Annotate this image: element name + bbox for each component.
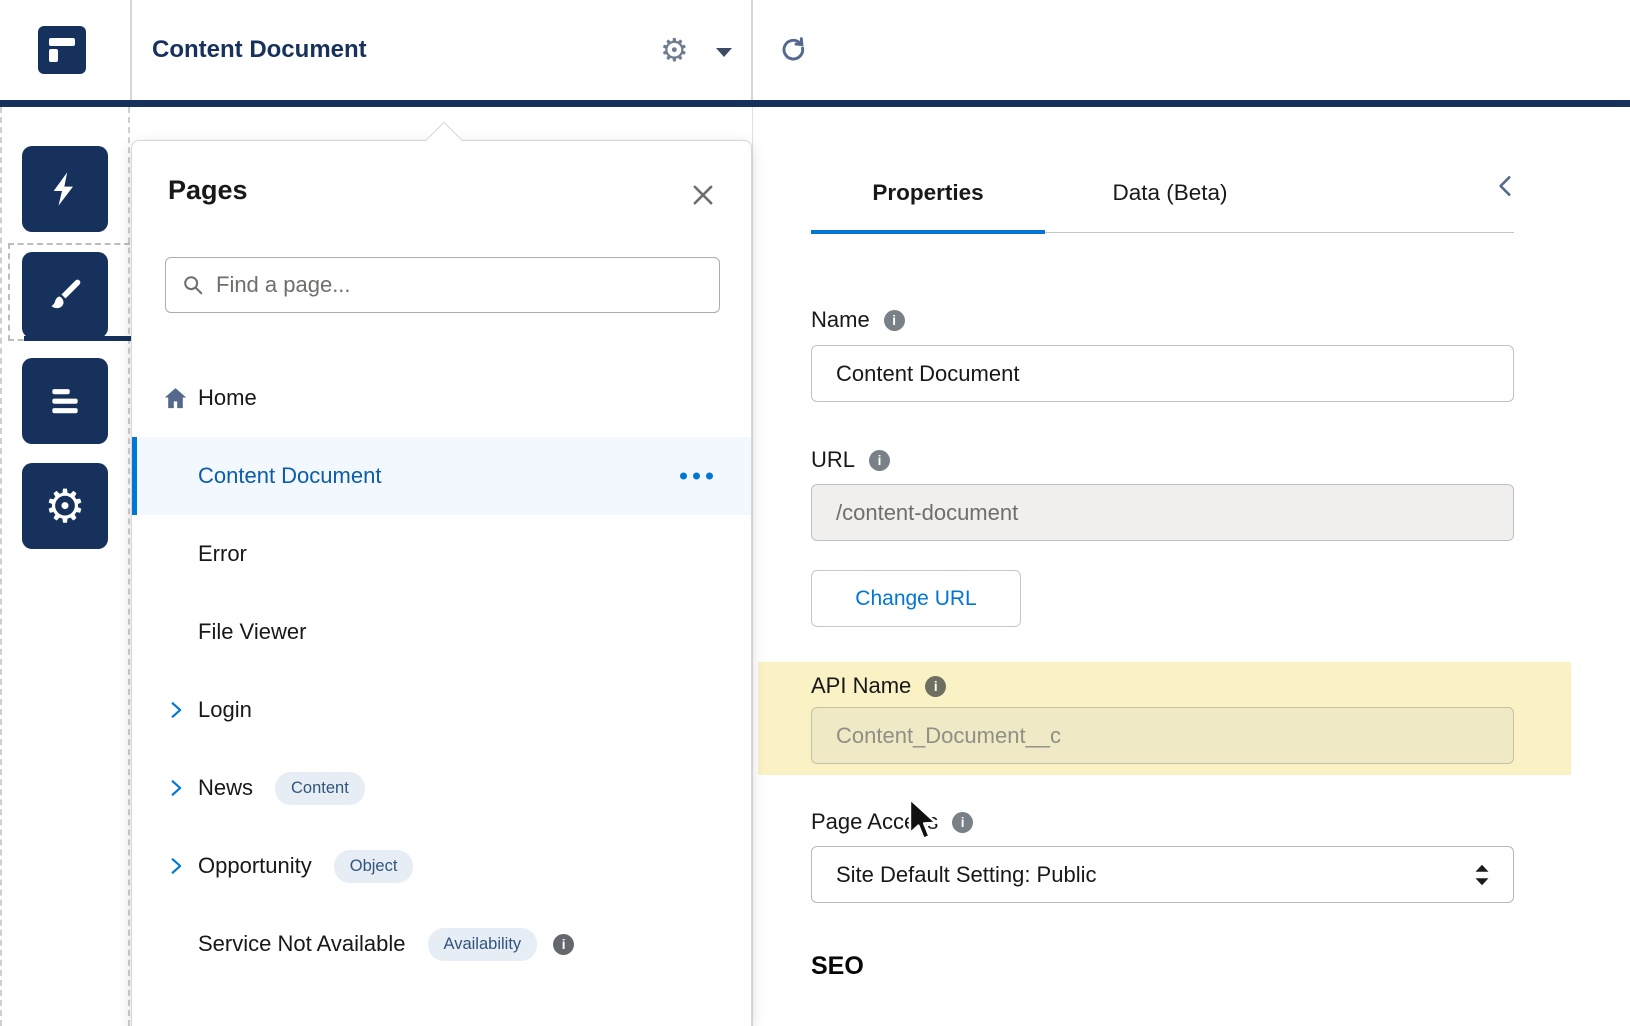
page-settings-gear-icon[interactable]: ⚙ [660, 0, 689, 100]
page-search-box [165, 257, 720, 313]
field-label-text: Page Access [811, 809, 938, 835]
rail-item-settings[interactable]: ⚙ [22, 463, 108, 549]
page-access-field-label: Page Access [811, 809, 973, 835]
api-name-input [811, 707, 1514, 764]
topbar-divider [751, 0, 753, 100]
field-label-text: URL [811, 447, 855, 473]
current-page-title: Content Document [152, 0, 367, 100]
topbar-accent-bar [0, 100, 1630, 107]
url-field-label: URL [811, 447, 890, 473]
url-input [811, 484, 1514, 541]
info-icon[interactable] [925, 676, 946, 697]
page-row-error[interactable]: Error [132, 515, 751, 593]
page-row-content-document[interactable]: Content Document [132, 437, 751, 515]
page-row-label: Login [198, 697, 252, 723]
chevron-right-icon[interactable] [166, 856, 186, 876]
page-row-news[interactable]: News Content [132, 749, 751, 827]
tab-label: Properties [872, 180, 983, 206]
page-type-badge: Object [334, 850, 414, 883]
page-row-label: Content Document [198, 463, 381, 489]
home-icon [162, 385, 189, 412]
field-label-text: Name [811, 307, 870, 333]
row-actions-ellipsis-icon[interactable] [680, 473, 713, 480]
name-field-label: Name [811, 307, 905, 333]
select-stepper-icon [1471, 862, 1493, 888]
info-icon[interactable] [553, 934, 574, 955]
page-access-select[interactable]: Site Default Setting: Public [811, 846, 1514, 903]
info-icon[interactable] [884, 310, 905, 331]
properties-panel: Properties Data (Beta) Name URL Change U… [752, 107, 1630, 1026]
close-icon[interactable] [687, 179, 719, 211]
search-icon [182, 274, 204, 296]
pages-panel-title: Pages [168, 175, 248, 206]
page-row-service-not-available[interactable]: Service Not Available Availability [132, 905, 751, 983]
rail-item-content[interactable] [22, 358, 108, 444]
builder-logo-icon[interactable] [38, 26, 86, 74]
page-row-label: Home [198, 385, 257, 411]
rail-item-theme[interactable] [22, 252, 108, 338]
page-row-login[interactable]: Login [132, 671, 751, 749]
paintbrush-icon [45, 275, 85, 315]
topbar-divider [130, 0, 132, 100]
page-row-label: Service Not Available [198, 931, 406, 957]
page-switcher-caret-icon[interactable] [716, 48, 732, 57]
api-name-field-label: API Name [811, 673, 946, 699]
rail-item-quick-actions[interactable] [22, 146, 108, 232]
pages-panel: Pages Home Content Document [131, 140, 752, 1026]
tab-data-beta[interactable]: Data (Beta) [1045, 153, 1295, 232]
field-label-text: API Name [811, 673, 911, 699]
page-row-opportunity[interactable]: Opportunity Object [132, 827, 751, 905]
pages-list: Home Content Document Error File Viewer … [132, 359, 751, 983]
page-search-input[interactable] [216, 272, 703, 298]
lightning-icon [45, 169, 85, 209]
panel-pointer [426, 122, 463, 159]
text-list-icon [46, 382, 84, 420]
page-type-badge: Content [275, 772, 365, 805]
gear-icon: ⚙ [44, 483, 85, 529]
canvas-left-gutter [0, 107, 130, 1026]
page-row-label: Error [198, 541, 247, 567]
name-input[interactable] [811, 345, 1514, 402]
layout-grid-icon [48, 36, 76, 64]
page-row-label: Opportunity [198, 853, 312, 879]
panel-tabs: Properties Data (Beta) [811, 153, 1514, 233]
page-row-home[interactable]: Home [132, 359, 751, 437]
tab-properties[interactable]: Properties [811, 153, 1045, 232]
experience-builder: Content Document ⚙ ⚙ [0, 0, 1630, 1026]
seo-section-heading: SEO [811, 952, 864, 981]
tab-label: Data (Beta) [1112, 180, 1227, 206]
chevron-right-icon[interactable] [166, 778, 186, 798]
page-row-file-viewer[interactable]: File Viewer [132, 593, 751, 671]
refresh-icon[interactable] [778, 35, 810, 72]
collapse-panel-chevron-icon[interactable] [1493, 173, 1519, 199]
chevron-right-icon[interactable] [166, 700, 186, 720]
info-icon[interactable] [869, 450, 890, 471]
change-url-button[interactable]: Change URL [811, 570, 1021, 627]
page-type-badge: Availability [428, 928, 538, 961]
page-row-label: File Viewer [198, 619, 306, 645]
info-icon[interactable] [952, 812, 973, 833]
top-bar: Content Document ⚙ [0, 0, 1630, 100]
page-row-label: News [198, 775, 253, 801]
select-value: Site Default Setting: Public [836, 862, 1471, 888]
